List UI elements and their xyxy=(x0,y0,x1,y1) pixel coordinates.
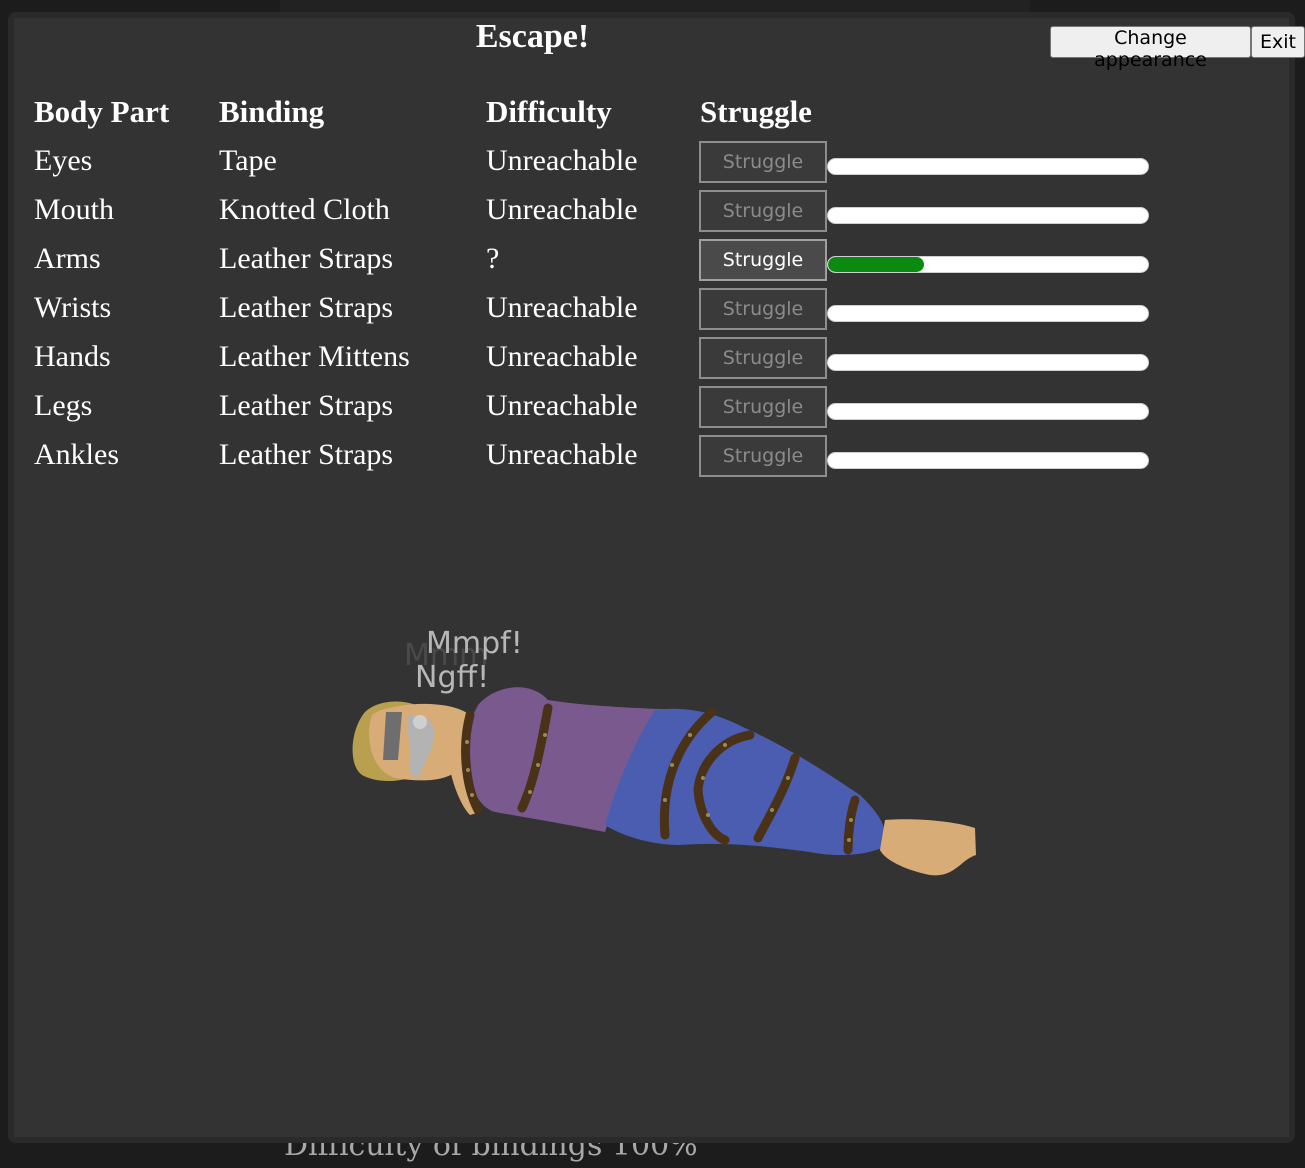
struggle-button[interactable]: Struggle xyxy=(699,386,827,428)
exit-button[interactable]: Exit xyxy=(1251,26,1305,58)
struggle-progress-bar xyxy=(827,158,1149,175)
binding-cell: Knotted Cloth xyxy=(219,193,390,226)
header-difficulty: Difficulty xyxy=(486,94,612,129)
body-part-cell: Legs xyxy=(34,389,93,422)
dialog-body xyxy=(14,18,1289,1137)
binding-cell: Leather Straps xyxy=(219,438,394,471)
dialog-actions: Change appearance Exit xyxy=(1050,26,1305,71)
dialog-title: Escape! xyxy=(475,18,590,55)
struggle-progress-bar xyxy=(827,452,1149,469)
header-body-part: Body Part xyxy=(34,94,170,129)
body-part-cell: Ankles xyxy=(34,438,119,471)
difficulty-cell: Unreachable xyxy=(486,291,638,324)
binding-cell: Leather Mittens xyxy=(219,340,410,373)
speech-text-mmpf: Mmpf! xyxy=(426,626,523,661)
struggle-button[interactable]: Struggle xyxy=(699,239,827,281)
body-part-cell: Mouth xyxy=(34,193,115,226)
difficulty-cell: Unreachable xyxy=(486,438,638,471)
difficulty-cell: Unreachable xyxy=(486,144,638,177)
struggle-button[interactable]: Struggle xyxy=(699,141,827,183)
struggle-progress-bar xyxy=(827,354,1149,371)
header-binding: Binding xyxy=(219,94,325,129)
change-appearance-button[interactable]: Change appearance xyxy=(1050,26,1252,71)
binding-cell: Leather Straps xyxy=(219,389,394,422)
difficulty-cell: ? xyxy=(486,242,500,275)
speech-text-ngff: Ngff! xyxy=(415,660,490,695)
difficulty-cell: Unreachable xyxy=(486,340,638,373)
struggle-progress-bar xyxy=(827,256,1149,273)
body-part-cell: Eyes xyxy=(34,144,93,177)
binding-cell: Leather Straps xyxy=(219,291,394,324)
body-part-cell: Hands xyxy=(34,340,111,373)
difficulty-cell: Unreachable xyxy=(486,193,638,226)
struggle-progress-bar xyxy=(827,305,1149,322)
binding-cell: Tape xyxy=(219,144,277,177)
body-part-cell: Wrists xyxy=(34,291,112,324)
body-part-cell: Arms xyxy=(34,242,101,275)
struggle-button[interactable]: Struggle xyxy=(699,288,827,330)
header-struggle: Struggle xyxy=(700,94,812,129)
escape-dialog xyxy=(8,12,1295,1143)
difficulty-cell: Unreachable xyxy=(486,389,638,422)
struggle-button[interactable]: Struggle xyxy=(699,190,827,232)
struggle-progress-bar xyxy=(827,207,1149,224)
struggle-progress-bar xyxy=(827,403,1149,420)
struggle-button[interactable]: Struggle xyxy=(699,337,827,379)
struggle-button[interactable]: Struggle xyxy=(699,435,827,477)
progress-fill xyxy=(828,257,924,272)
binding-cell: Leather Straps xyxy=(219,242,394,275)
